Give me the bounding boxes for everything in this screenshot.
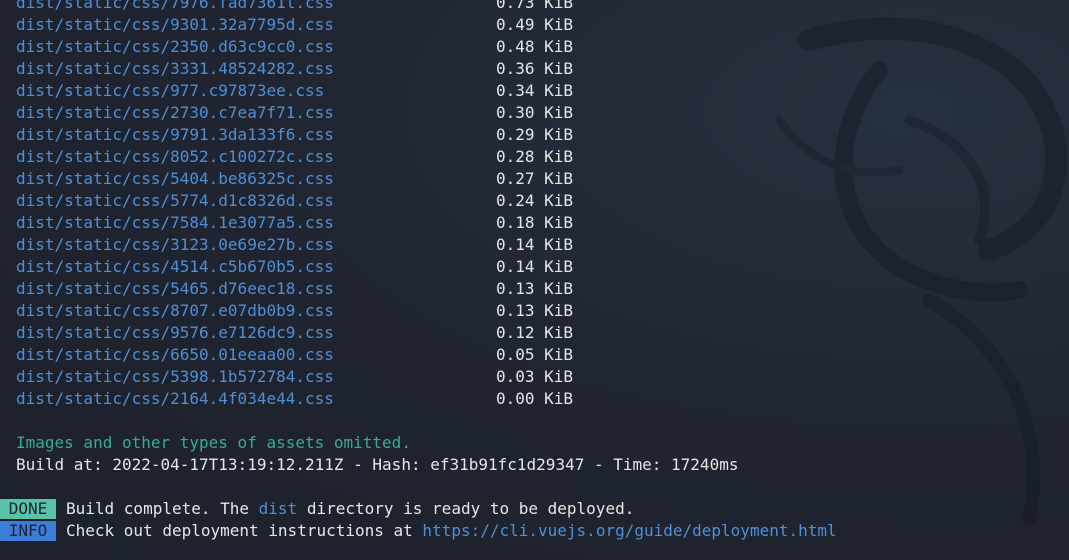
deployment-docs-link[interactable]: https://cli.vuejs.org/guide/deployment.h… — [422, 520, 836, 542]
info-message-prefix: Check out deployment instructions at — [66, 521, 423, 540]
dist-directory-text: dist — [258, 499, 298, 518]
asset-file-size: 0.36 KiB — [496, 59, 574, 78]
asset-row: dist/static/css/5465.d76eec18.css 0.13 Ki… — [16, 278, 1069, 300]
asset-file-path: dist/static/css/2350.d63c9cc0.css — [16, 37, 334, 56]
asset-file-path: dist/static/css/2164.4f034e44.css — [16, 389, 334, 408]
asset-row: dist/static/css/3123.0e69e27b.css 0.14 Ki… — [16, 234, 1069, 256]
asset-row: dist/static/css/2730.c7ea7f71.css 0.30 Ki… — [16, 102, 1069, 124]
asset-file-path: dist/static/css/9791.3da133f6.css — [16, 125, 334, 144]
done-badge: DONE — [0, 499, 56, 519]
asset-row: dist/static/css/8052.c100272c.css 0.28 Ki… — [16, 146, 1069, 168]
asset-file-path: dist/static/css/4514.c5b670b5.css — [16, 257, 334, 276]
asset-file-size: 0.73 KiB — [496, 0, 574, 12]
asset-file-size: 0.30 KiB — [496, 103, 574, 122]
asset-file-path: dist/static/css/5404.be86325c.css — [16, 169, 334, 188]
asset-file-size: 0.05 KiB — [496, 345, 574, 364]
asset-file-path: dist/static/css/5465.d76eec18.css — [16, 279, 334, 298]
asset-file-path: dist/static/css/5398.1b572784.css — [16, 367, 334, 386]
asset-file-size: 0.13 KiB — [496, 279, 574, 298]
done-message-prefix: Build complete. The — [66, 499, 259, 518]
asset-file-path: dist/static/css/7584.1e3077a5.css — [16, 213, 334, 232]
asset-row: dist/static/css/4514.c5b670b5.css 0.14 Ki… — [16, 256, 1069, 278]
asset-file-path: dist/static/css/8052.c100272c.css — [16, 147, 334, 166]
asset-row: dist/static/css/977.c97873ee.css 0.34 KiB — [16, 80, 1069, 102]
build-summary-line: Build at: 2022-04-17T13:19:12.211Z - Has… — [16, 455, 739, 474]
info-badge: INFO — [0, 521, 56, 541]
info-status-line: INFO Check out deployment instructions a… — [0, 520, 1069, 542]
asset-file-size: 0.27 KiB — [496, 169, 574, 188]
asset-file-size: 0.28 KiB — [496, 147, 574, 166]
assets-omitted-note: Images and other types of assets omitted… — [16, 433, 411, 452]
asset-file-size: 0.24 KiB — [496, 191, 574, 210]
asset-row: dist/static/css/6650.01eeaa00.css 0.05 Ki… — [16, 344, 1069, 366]
asset-file-size: 0.14 KiB — [496, 257, 574, 276]
asset-row: dist/static/css/7584.1e3077a5.css 0.18 Ki… — [16, 212, 1069, 234]
asset-row: dist/static/css/3331.48524282.css 0.36 Ki… — [16, 58, 1069, 80]
asset-file-size: 0.12 KiB — [496, 323, 574, 342]
terminal-output: dist/static/css/7976.fad7361l.css 0.73 Ki… — [0, 0, 1069, 542]
done-message-suffix: directory is ready to be deployed. — [297, 499, 635, 518]
asset-file-path: dist/static/css/6650.01eeaa00.css — [16, 345, 334, 364]
asset-row: dist/static/css/2350.d63c9cc0.css 0.48 Ki… — [16, 36, 1069, 58]
asset-file-path: dist/static/css/7976.fad7361l.css — [16, 0, 334, 12]
asset-file-path: dist/static/css/977.c97873ee.css — [16, 81, 325, 100]
asset-file-size: 0.49 KiB — [496, 15, 574, 34]
asset-file-path: dist/static/css/3123.0e69e27b.css — [16, 235, 334, 254]
asset-row: dist/static/css/8707.e07db0b9.css 0.13 Ki… — [16, 300, 1069, 322]
asset-row: dist/static/css/5774.d1c8326d.css 0.24 Ki… — [16, 190, 1069, 212]
asset-file-path: dist/static/css/8707.e07db0b9.css — [16, 301, 334, 320]
asset-file-size: 0.18 KiB — [496, 213, 574, 232]
asset-row: dist/static/css/9791.3da133f6.css 0.29 Ki… — [16, 124, 1069, 146]
asset-file-size: 0.13 KiB — [496, 301, 574, 320]
asset-row: dist/static/css/5404.be86325c.css 0.27 Ki… — [16, 168, 1069, 190]
asset-row: dist/static/css/9301.32a7795d.css 0.49 Ki… — [16, 14, 1069, 36]
asset-file-path: dist/static/css/5774.d1c8326d.css — [16, 191, 334, 210]
asset-file-path: dist/static/css/3331.48524282.css — [16, 59, 334, 78]
asset-row: dist/static/css/2164.4f034e44.css 0.00 Ki… — [16, 388, 1069, 410]
asset-file-size: 0.00 KiB — [496, 389, 574, 408]
asset-row: dist/static/css/5398.1b572784.css 0.03 Ki… — [16, 366, 1069, 388]
asset-file-size: 0.34 KiB — [496, 81, 574, 100]
asset-file-size: 0.14 KiB — [496, 235, 574, 254]
asset-file-size: 0.03 KiB — [496, 367, 574, 386]
asset-row: dist/static/css/9576.e7126dc9.css 0.12 Ki… — [16, 322, 1069, 344]
asset-file-size: 0.29 KiB — [496, 125, 574, 144]
asset-file-path: dist/static/css/9576.e7126dc9.css — [16, 323, 334, 342]
asset-list: dist/static/css/7976.fad7361l.css 0.73 Ki… — [16, 0, 1069, 410]
terminal-window[interactable]: dist/static/css/7976.fad7361l.css 0.73 Ki… — [0, 0, 1069, 560]
done-status-line: DONE Build complete. The dist directory … — [0, 498, 1069, 520]
asset-row: dist/static/css/7976.fad7361l.css 0.73 Ki… — [16, 0, 1069, 14]
asset-file-path: dist/static/css/9301.32a7795d.css — [16, 15, 334, 34]
asset-file-size: 0.48 KiB — [496, 37, 574, 56]
asset-file-path: dist/static/css/2730.c7ea7f71.css — [16, 103, 334, 122]
